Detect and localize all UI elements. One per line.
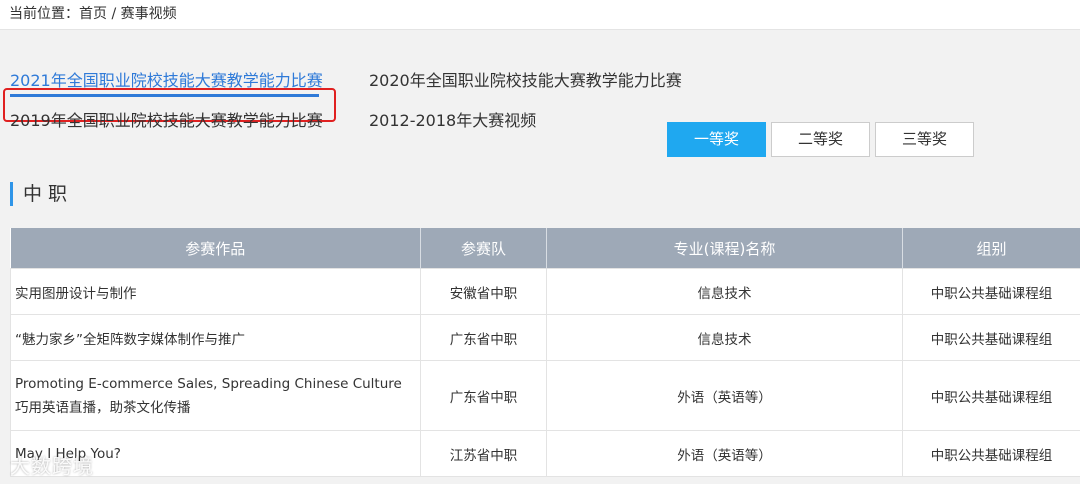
breadcrumb-home-link[interactable]: 首页 xyxy=(79,6,107,22)
group-cell: 中职公共基础课程组 xyxy=(902,268,1080,315)
column-header-group: 组别 xyxy=(902,228,1080,269)
group-cell: 中职公共基础课程组 xyxy=(902,314,1080,361)
breadcrumb: 当前位置：首页 / 赛事视频 xyxy=(0,0,1080,30)
breadcrumb-label: 当前位置： xyxy=(9,6,79,22)
column-header-work: 参赛作品 xyxy=(10,228,421,269)
works-table: 参赛作品 参赛队 专业(课程)名称 组别 实用图册设计与制作 安徽省中职 信息技… xyxy=(10,228,1080,477)
group-cell: 中职公共基础课程组 xyxy=(902,430,1080,477)
work-title-link[interactable]: Promoting E-commerce Sales, Spreading Ch… xyxy=(10,360,421,431)
tab-2019[interactable]: 2019年全国职业院校技能大赛教学能力比赛 xyxy=(10,107,323,131)
tab-2012-2018[interactable]: 2012-2018年大赛视频 xyxy=(369,107,536,131)
table-row[interactable]: Promoting E-commerce Sales, Spreading Ch… xyxy=(10,360,1080,431)
tab-2021[interactable]: 2021年全国职业院校技能大赛教学能力比赛 xyxy=(10,67,323,91)
breadcrumb-current: 赛事视频 xyxy=(120,6,177,22)
first-prize-button[interactable]: 一等奖 xyxy=(667,122,766,157)
table-row[interactable]: May I Help You? 江苏省中职 外语（英语等） 中职公共基础课程组 xyxy=(10,430,1080,477)
column-header-major: 专业(课程)名称 xyxy=(546,228,903,269)
competition-tabs: 2021年全国职业院校技能大赛教学能力比赛 2020年全国职业院校技能大赛教学能… xyxy=(0,30,1080,130)
active-tab-underline xyxy=(10,94,319,97)
breadcrumb-separator: / xyxy=(107,6,121,22)
watermark-logo: 大数跨境 xyxy=(10,454,94,478)
group-cell: 中职公共基础课程组 xyxy=(902,360,1080,431)
table-header-row: 参赛作品 参赛队 专业(课程)名称 组别 xyxy=(10,228,1080,269)
team-cell: 江苏省中职 xyxy=(420,430,547,477)
team-cell: 安徽省中职 xyxy=(420,268,547,315)
major-cell: 信息技术 xyxy=(546,268,903,315)
table-row[interactable]: 实用图册设计与制作 安徽省中职 信息技术 中职公共基础课程组 xyxy=(10,268,1080,315)
tab-2020[interactable]: 2020年全国职业院校技能大赛教学能力比赛 xyxy=(369,67,682,91)
third-prize-button[interactable]: 三等奖 xyxy=(875,122,974,157)
work-title-link[interactable]: “魅力家乡”全矩阵数字媒体制作与推广 xyxy=(10,314,421,361)
major-cell: 外语（英语等） xyxy=(546,360,903,431)
work-title-link[interactable]: 实用图册设计与制作 xyxy=(10,268,421,315)
table-row[interactable]: “魅力家乡”全矩阵数字媒体制作与推广 广东省中职 信息技术 中职公共基础课程组 xyxy=(10,314,1080,361)
section-title: 中职 xyxy=(10,182,73,206)
major-cell: 外语（英语等） xyxy=(546,430,903,477)
column-header-team: 参赛队 xyxy=(420,228,547,269)
major-cell: 信息技术 xyxy=(546,314,903,361)
team-cell: 广东省中职 xyxy=(420,314,547,361)
second-prize-button[interactable]: 二等奖 xyxy=(771,122,870,157)
team-cell: 广东省中职 xyxy=(420,360,547,431)
